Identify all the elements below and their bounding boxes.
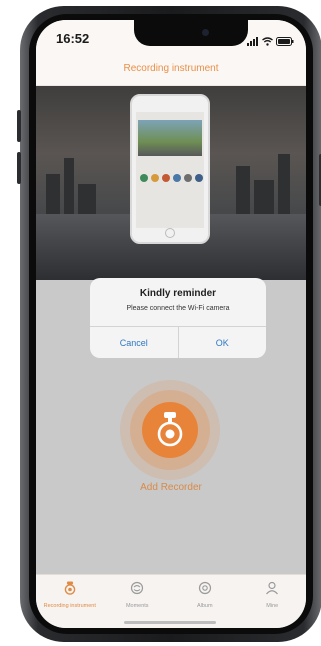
status-time: 16:52: [56, 31, 90, 46]
album-icon: [198, 581, 212, 600]
nav-bar: Recording instrument: [36, 56, 306, 86]
home-indicator: [124, 621, 216, 624]
recorder-icon: [63, 581, 77, 600]
dialog-title: Kindly reminder: [139, 288, 217, 299]
dialog-message: Please connect the Wi-Fi camera: [126, 305, 230, 312]
video-thumbnail: [138, 120, 202, 156]
tab-label: Recording instrument: [43, 603, 96, 609]
tab-bar: Recording instrument Moments Album Mine: [36, 574, 306, 628]
tab-label: Moments: [125, 603, 149, 609]
tab-label: Album: [196, 603, 213, 609]
dashcam-banner-image: [36, 86, 306, 280]
tab-recording-instrument[interactable]: Recording instrument: [36, 575, 104, 628]
phone-illustration: [130, 94, 210, 244]
cancel-button[interactable]: Cancel: [90, 327, 179, 358]
battery-icon: [276, 33, 294, 51]
page-title: Recording instrument: [123, 63, 219, 74]
app-screen: 16:52 Recording instrument Kindly remind…: [36, 20, 306, 628]
main-content: Kindly reminder Please connect the Wi-Fi…: [36, 86, 306, 574]
add-recorder-button[interactable]: [120, 380, 220, 480]
signal-icon: [247, 33, 259, 51]
wifi-icon: [262, 33, 273, 51]
add-recorder-label[interactable]: Add Recorder: [36, 482, 306, 493]
volume-up-button: [17, 110, 21, 142]
dashcam-icon: [156, 410, 184, 450]
ok-button[interactable]: OK: [179, 327, 267, 358]
volume-down-button: [17, 152, 21, 184]
reminder-dialog: Kindly reminder Please connect the Wi-Fi…: [90, 278, 266, 358]
front-camera: [202, 29, 209, 36]
tab-mine[interactable]: Mine: [239, 575, 307, 628]
moments-icon: [130, 581, 144, 600]
tab-label: Mine: [266, 603, 279, 609]
notch: [134, 20, 248, 46]
person-icon: [265, 581, 279, 600]
